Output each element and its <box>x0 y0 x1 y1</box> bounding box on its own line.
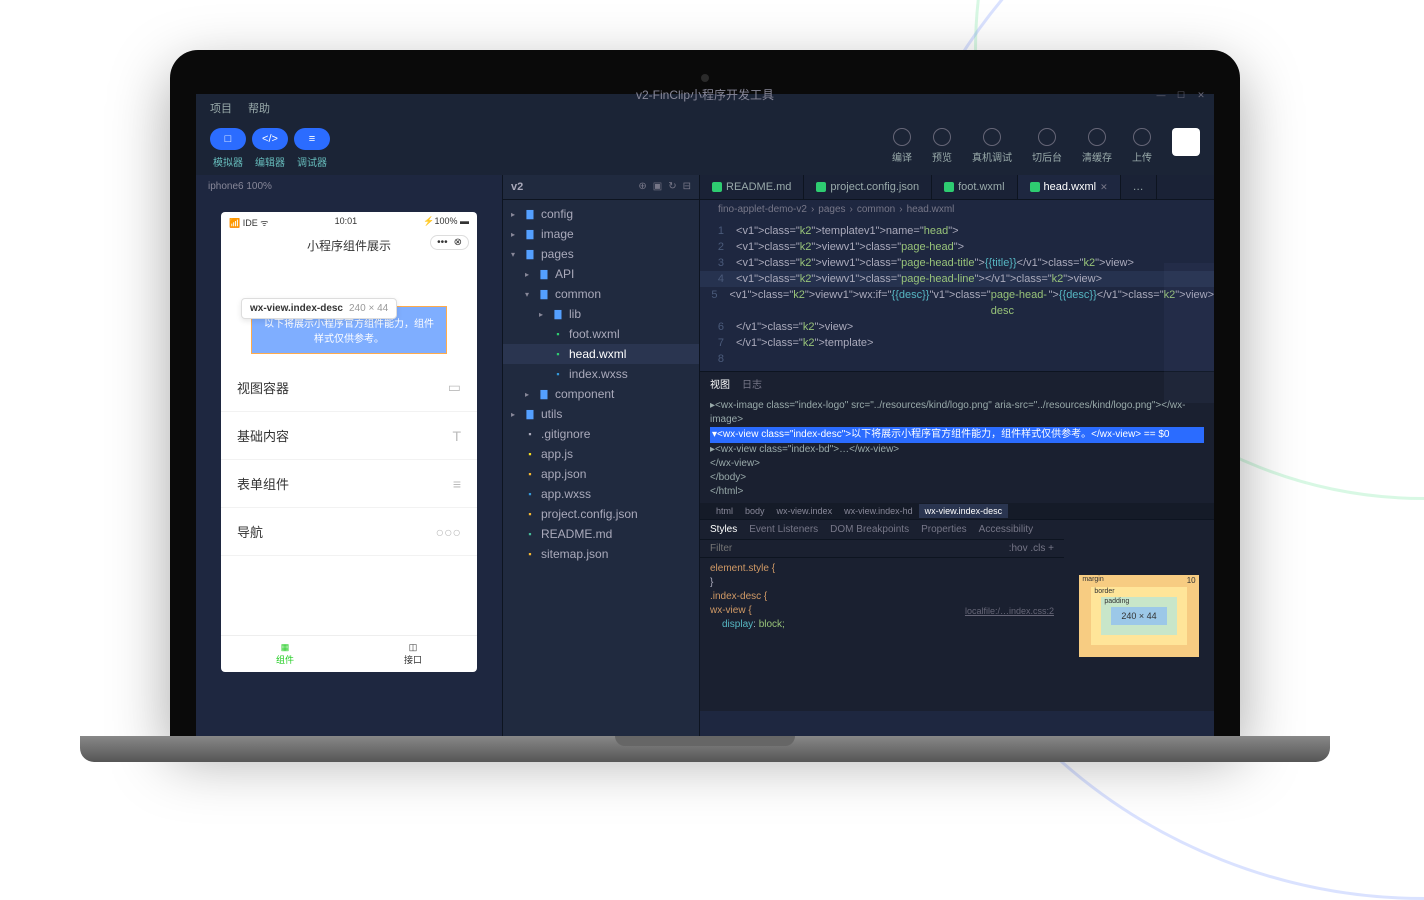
status-battery: ⚡100% ▬ <box>423 216 469 229</box>
add-rule-icon[interactable]: + <box>1048 543 1054 554</box>
window-title: v2-FinClip小程序开发工具 <box>636 86 774 103</box>
editor-area: README.mdproject.config.jsonfoot.wxmlhea… <box>700 175 1214 738</box>
hov-toggle[interactable]: :hov <box>1009 543 1028 554</box>
status-carrier: 📶 IDE ᯤ <box>229 216 268 229</box>
tool-editor[interactable]: </> 编辑器 <box>252 128 288 169</box>
breadcrumb: fino-applet-demo-v2›pages›common›head.wx… <box>700 200 1214 219</box>
devtab-console[interactable]: 日志 <box>742 376 762 391</box>
capsule-menu[interactable]: •••⊗ <box>430 235 469 250</box>
new-folder-icon[interactable]: ▣ <box>653 181 662 193</box>
tree-file[interactable]: ▪head.wxml <box>503 344 699 364</box>
list-item[interactable]: 视图容器▭ <box>221 364 477 412</box>
window-controls: — ☐ ✕ <box>1156 90 1206 100</box>
tree-file[interactable]: ▪project.config.json <box>503 504 699 524</box>
styles-tab[interactable]: Event Listeners <box>749 524 818 535</box>
tool-upload[interactable]: 上传 <box>1132 128 1152 164</box>
styles-tab[interactable]: DOM Breakpoints <box>830 524 909 535</box>
avatar[interactable] <box>1172 128 1200 156</box>
tree-folder[interactable]: ▸▇config <box>503 204 699 224</box>
tree-file[interactable]: ▪app.wxss <box>503 484 699 504</box>
styles-tab[interactable]: Accessibility <box>979 524 1033 535</box>
tree-file[interactable]: ▪.gitignore <box>503 424 699 444</box>
tabs-more[interactable]: … <box>1121 175 1157 199</box>
menu-project[interactable]: 项目 <box>210 100 232 116</box>
dom-breadcrumb[interactable]: htmlbodywx-view.indexwx-view.index-hdwx-… <box>700 503 1214 519</box>
tool-remote-debug[interactable]: 真机调试 <box>972 128 1012 164</box>
tree-file[interactable]: ▪README.md <box>503 524 699 544</box>
tool-simulator[interactable]: □ 模拟器 <box>210 128 246 169</box>
form-icon: ≡ <box>453 476 461 492</box>
tree-folder[interactable]: ▸▇API <box>503 264 699 284</box>
tree-folder[interactable]: ▾▇common <box>503 284 699 304</box>
remote-debug-icon <box>983 128 1001 146</box>
simulator-panel: iphone6 100% 📶 IDE ᯤ 10:01 ⚡100% ▬ 小程序组件… <box>196 175 502 738</box>
devtab-scope[interactable]: 视图 <box>710 376 730 391</box>
tab-components[interactable]: ▦组件 <box>221 636 349 672</box>
tree-folder[interactable]: ▸▇utils <box>503 404 699 424</box>
box-model: margin10 border padding 240 × 44 <box>1064 520 1214 711</box>
dom-tree[interactable]: ▸<wx-image class="index-logo" src="../re… <box>700 395 1214 503</box>
ide-screen: 项目 帮助 □ 模拟器 </> 编辑器 ≡ 调试器 编译 预览 真机调试 切后台… <box>196 94 1214 738</box>
inspector-tooltip: wx-view.index-desc240 × 44 <box>241 298 397 319</box>
tool-clear-cache[interactable]: 清缓存 <box>1082 128 1112 164</box>
upload-icon <box>1133 128 1151 146</box>
app-title: 小程序组件展示 <box>307 239 391 253</box>
clear-cache-icon <box>1088 128 1106 146</box>
editor-tab[interactable]: README.md <box>700 175 804 199</box>
tool-background[interactable]: 切后台 <box>1032 128 1062 164</box>
css-rules[interactable]: element.style {}.index-desc {</span></di… <box>700 558 1064 636</box>
editor-tab[interactable]: head.wxml✕ <box>1018 175 1121 199</box>
tree-folder[interactable]: ▸▇lib <box>503 304 699 324</box>
list-item[interactable]: 基础内容T <box>221 412 477 460</box>
tool-debugger[interactable]: ≡ 调试器 <box>294 128 330 169</box>
tree-file[interactable]: ▪foot.wxml <box>503 324 699 344</box>
styles-tab[interactable]: Styles <box>710 524 737 535</box>
collapse-icon[interactable]: ⊟ <box>683 181 691 193</box>
tool-compile[interactable]: 编译 <box>892 128 912 164</box>
tree-file[interactable]: ▪app.json <box>503 464 699 484</box>
nav-icon: ○○○ <box>436 524 461 540</box>
status-time: 10:01 <box>335 216 358 229</box>
phone-preview: 📶 IDE ᯤ 10:01 ⚡100% ▬ 小程序组件展示 •••⊗ wx-vi… <box>221 212 477 672</box>
editor-tab[interactable]: project.config.json <box>804 175 932 199</box>
tree-folder[interactable]: ▸▇image <box>503 224 699 244</box>
toolbar: □ 模拟器 </> 编辑器 ≡ 调试器 编译 预览 真机调试 切后台 清缓存 上… <box>196 122 1214 175</box>
explorer-root: v2 <box>511 181 523 193</box>
compile-icon <box>893 128 911 146</box>
new-file-icon[interactable]: ⊕ <box>638 181 646 193</box>
menu-help[interactable]: 帮助 <box>248 100 270 116</box>
list-item[interactable]: 表单组件≡ <box>221 460 477 508</box>
file-explorer: v2 ⊕ ▣ ↻ ⊟ ▸▇config▸▇image▾▇pages▸▇API▾▇… <box>502 175 700 738</box>
tool-preview[interactable]: 预览 <box>932 128 952 164</box>
tree-file[interactable]: ▪sitemap.json <box>503 544 699 564</box>
list-item[interactable]: 导航○○○ <box>221 508 477 556</box>
maximize-icon[interactable]: ☐ <box>1176 90 1186 100</box>
tree-file[interactable]: ▪index.wxss <box>503 364 699 384</box>
refresh-icon[interactable]: ↻ <box>668 181 676 193</box>
tree-folder[interactable]: ▾▇pages <box>503 244 699 264</box>
container-icon: ▭ <box>448 379 461 396</box>
editor-tab[interactable]: foot.wxml <box>932 175 1017 199</box>
camera-dot <box>701 74 709 82</box>
text-icon: T <box>452 428 461 444</box>
styles-tab[interactable]: Properties <box>921 524 967 535</box>
code-editor[interactable]: 1<v1">class="k2">template v1">name="head… <box>700 219 1214 371</box>
close-icon[interactable]: ✕ <box>1196 90 1206 100</box>
styles-filter-input[interactable] <box>710 543 1009 554</box>
simulator-device-label: iphone6 100% <box>196 175 502 198</box>
cls-toggle[interactable]: .cls <box>1030 543 1045 554</box>
tree-folder[interactable]: ▸▇component <box>503 384 699 404</box>
tree-file[interactable]: ▪app.js <box>503 444 699 464</box>
background-icon <box>1038 128 1056 146</box>
tab-api[interactable]: ◫接口 <box>349 636 477 672</box>
preview-icon <box>933 128 951 146</box>
devtools: 视图 日志 ▸<wx-image class="index-logo" src=… <box>700 371 1214 711</box>
minimap[interactable] <box>1164 263 1214 403</box>
laptop-frame: v2-FinClip小程序开发工具 — ☐ ✕ 项目 帮助 □ 模拟器 </> … <box>170 50 1240 762</box>
minimize-icon[interactable]: — <box>1156 90 1166 100</box>
